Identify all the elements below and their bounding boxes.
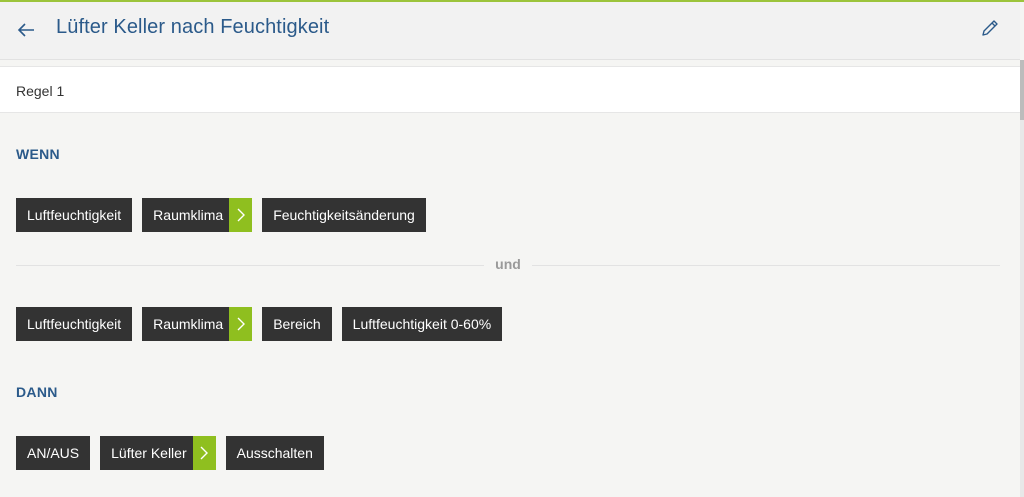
if-section-label: WENN [16, 146, 60, 162]
chip-label: AN/AUS [27, 445, 80, 461]
app-header: Lüfter Keller nach Feuchtigkeit [0, 2, 1020, 60]
scrollbar-thumb[interactable] [1020, 60, 1024, 120]
chevron-right-icon [192, 436, 216, 470]
chip-label: Ausschalten [236, 445, 313, 461]
then-section-label: DANN [16, 384, 58, 400]
chip-label: Luftfeuchtigkeit [27, 316, 122, 332]
condition-1-row: Luftfeuchtigkeit Raumklima Feuchtigkeits… [16, 198, 426, 232]
condition-2-row: Luftfeuchtigkeit Raumklima Bereich Luftf… [16, 307, 503, 341]
chip-label: Feuchtigkeitsänderung [273, 207, 415, 223]
arrow-left-icon[interactable] [16, 20, 36, 40]
action-device-chip[interactable]: Lüfter Keller [100, 436, 216, 470]
connector-label: und [484, 256, 532, 272]
chip-label: Raumklima [153, 316, 224, 332]
chip-label: Luftfeuchtigkeit 0-60% [352, 316, 492, 332]
condition-2-category-chip[interactable]: Raumklima [142, 307, 253, 341]
chip-label: Bereich [273, 316, 321, 332]
scrollbar-track[interactable] [1020, 60, 1024, 497]
action-type-chip[interactable]: AN/AUS [16, 436, 91, 470]
condition-2-trigger-chip[interactable]: Bereich [262, 307, 332, 341]
rule-tab[interactable]: Regel 1 [0, 66, 1020, 113]
action-value-chip[interactable]: Ausschalten [225, 436, 324, 470]
condition-1-trigger-chip[interactable]: Feuchtigkeitsänderung [262, 198, 426, 232]
page-title: Lüfter Keller nach Feuchtigkeit [56, 16, 330, 38]
chip-label: Luftfeuchtigkeit [27, 207, 122, 223]
chevron-right-icon [229, 307, 253, 341]
condition-1-device-chip[interactable]: Luftfeuchtigkeit [16, 198, 133, 232]
rule-label: Regel 1 [16, 83, 65, 99]
pencil-icon[interactable] [980, 18, 1000, 38]
chip-label: Lüfter Keller [111, 445, 187, 461]
condition-2-value-chip[interactable]: Luftfeuchtigkeit 0-60% [341, 307, 503, 341]
condition-2-device-chip[interactable]: Luftfeuchtigkeit [16, 307, 133, 341]
action-row: AN/AUS Lüfter Keller Ausschalten [16, 436, 324, 470]
chevron-right-icon [229, 198, 253, 232]
chip-label: Raumklima [153, 207, 224, 223]
condition-1-category-chip[interactable]: Raumklima [142, 198, 253, 232]
